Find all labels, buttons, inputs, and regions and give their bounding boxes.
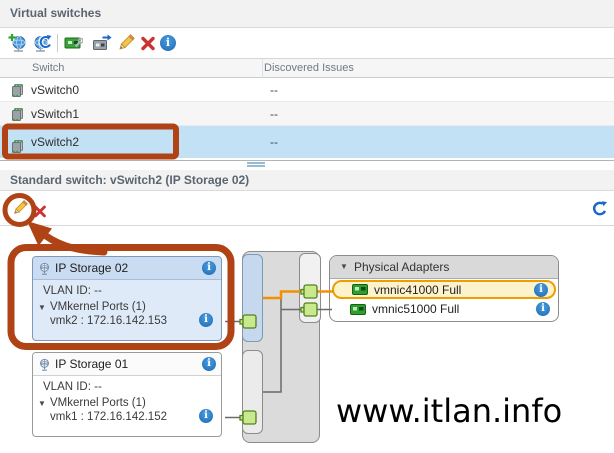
watermark-text: www.itlan.info <box>336 392 562 430</box>
column-switch: Switch <box>32 62 64 74</box>
portgroup-port-container-selected <box>242 254 263 342</box>
add-networking-icon[interactable] <box>8 33 28 53</box>
vmk-adapter-label: vmk2 : 172.16.142.153 <box>50 315 167 327</box>
vmk-adapter-label: vmk1 : 172.16.142.152 <box>50 411 167 423</box>
vmkernel-ports-label: VMkernel Ports (1) <box>50 301 146 313</box>
expander-icon[interactable]: ▼ <box>340 256 348 278</box>
expander-icon[interactable]: ▼ <box>38 399 46 408</box>
nic-card-icon <box>352 284 368 295</box>
edit-switch-icon[interactable] <box>116 33 136 53</box>
table-row-vswitch2-selected[interactable]: vSwitch2 -- <box>0 126 614 158</box>
remove-switch-icon[interactable] <box>138 33 158 53</box>
splitter-handle[interactable] <box>0 158 614 169</box>
discovered-issues-value: -- <box>270 78 278 102</box>
vmkernel-ports-label: VMkernel Ports (1) <box>50 397 146 409</box>
adapter-info-icon[interactable]: i <box>534 283 548 297</box>
splitter-grip <box>247 162 265 164</box>
table-row-vswitch1[interactable]: vSwitch1 -- <box>0 102 614 126</box>
portgroup-header: IP Storage 01 i <box>33 353 221 376</box>
portgroup-info-icon[interactable]: i <box>202 357 216 371</box>
refresh-network-icon[interactable] <box>32 33 52 53</box>
portgroup-info-icon[interactable]: i <box>202 261 216 275</box>
refresh-icon[interactable] <box>591 201 608 218</box>
switch-name: vSwitch1 <box>31 102 79 126</box>
portgroup-name: IP Storage 01 <box>55 357 128 371</box>
uplink-port-container <box>299 253 321 323</box>
annotation-arrow-tail <box>46 236 104 252</box>
portgroup-port-container <box>242 350 263 434</box>
nic-card-icon <box>350 304 366 315</box>
vmk-info-icon[interactable]: i <box>199 409 213 423</box>
adapter-name: vmnic4 <box>374 283 412 297</box>
portgroup-box-ip-storage-02[interactable]: IP Storage 02 i VLAN ID: -- ▼ VMkernel P… <box>32 256 222 341</box>
edit-settings-icon[interactable] <box>11 199 29 217</box>
portgroup-box-ip-storage-01[interactable]: IP Storage 01 i VLAN ID: -- ▼ VMkernel P… <box>32 352 222 437</box>
portgroup-globe-icon <box>38 261 51 283</box>
remove-icon[interactable] <box>32 203 48 219</box>
portgroup-header: IP Storage 02 i <box>33 257 221 280</box>
toolbar-divider <box>0 225 614 226</box>
physical-adapters-title: Physical Adapters <box>354 260 449 274</box>
vmk-info-icon[interactable]: i <box>199 313 213 327</box>
portgroup-globe-icon <box>38 357 51 379</box>
toolbar-separator <box>57 34 58 52</box>
splitter-grip <box>247 165 265 167</box>
column-discovered-issues: Discovered Issues <box>264 62 354 74</box>
table-row-vswitch0[interactable]: vSwitch0 -- <box>0 78 614 102</box>
switch-name: vSwitch0 <box>31 78 79 102</box>
portgroup-name: IP Storage 02 <box>55 261 128 275</box>
vlan-label: VLAN ID: -- <box>43 381 102 393</box>
switch-info-icon[interactable]: i <box>160 33 180 53</box>
adapter-speed: 1000 <box>412 283 442 297</box>
adapter-name: vmnic5 <box>372 302 410 316</box>
physical-adapters-header: ▼ Physical Adapters <box>330 256 558 279</box>
vlan-label: VLAN ID: -- <box>43 285 102 297</box>
switches-toolbar: i <box>0 29 614 58</box>
expander-icon[interactable]: ▼ <box>38 303 46 312</box>
adapter-row-vmnic5[interactable]: vmnic5 1000 Full i <box>332 300 556 318</box>
switch-name: vSwitch2 <box>31 126 79 158</box>
manage-physical-adapters-icon[interactable] <box>63 33 83 53</box>
detail-panel-title: Standard switch: vSwitch2 (IP Storage 02… <box>0 170 614 191</box>
adapter-row-vmnic4-selected[interactable]: vmnic4 1000 Full i <box>332 280 556 299</box>
discovered-issues-value: -- <box>270 126 278 158</box>
migrate-networking-icon[interactable] <box>92 33 112 53</box>
panel-title: Virtual switches <box>0 0 614 28</box>
discovered-issues-value: -- <box>270 102 278 126</box>
adapter-duplex: Full <box>442 283 461 297</box>
adapter-speed: 1000 <box>410 302 440 316</box>
adapter-duplex: Full <box>440 302 459 316</box>
switch-table-header: Switch Discovered Issues <box>0 58 614 78</box>
adapter-info-icon[interactable]: i <box>536 302 550 316</box>
